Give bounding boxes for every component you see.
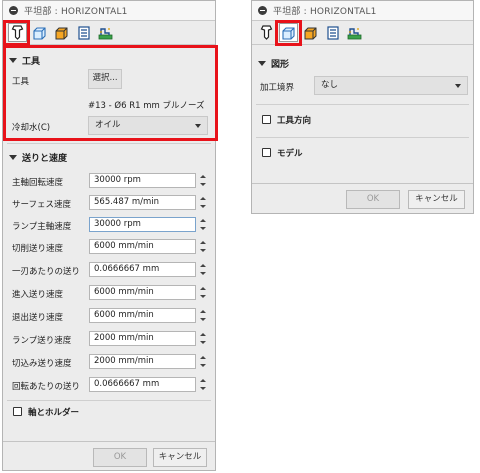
passes-icon — [326, 25, 339, 40]
feeds-section-title: 送りと速度 — [22, 154, 68, 164]
ramp-feedrate-input[interactable]: 2000 mm/min — [89, 331, 196, 346]
spinner-icon[interactable] — [199, 239, 207, 254]
collapse-icon[interactable] — [9, 6, 18, 15]
collapse-icon[interactable] — [258, 6, 267, 15]
expand-triangle-icon — [9, 155, 17, 160]
tab-tool[interactable] — [257, 23, 276, 42]
model-label: モデル — [277, 149, 303, 159]
feed-row-label: 一刃あたりの送り — [12, 267, 81, 277]
tab-passes[interactable] — [74, 23, 93, 42]
feed-per-revolution-input[interactable]: 0.0666667 mm — [89, 377, 196, 392]
divider — [7, 400, 211, 401]
ok-button[interactable]: OK — [346, 190, 400, 209]
spinner-icon[interactable] — [199, 285, 207, 300]
spinner-icon[interactable] — [199, 331, 207, 346]
machining-boundary-value: なし — [321, 80, 339, 90]
ramp-spindle-speed-input[interactable]: 30000 rpm — [89, 217, 196, 232]
cancel-button[interactable]: キャンセル — [153, 448, 207, 467]
shaft-holder-label: 軸とホルダー — [28, 408, 80, 418]
tab-heights[interactable] — [52, 23, 71, 42]
highlight-tool-tab — [3, 20, 30, 46]
tool-icon — [260, 25, 273, 40]
shaft-holder-checkbox[interactable] — [13, 407, 22, 416]
spinner-icon[interactable] — [199, 217, 207, 232]
tab-heights[interactable] — [301, 23, 320, 42]
plunge-feedrate-input[interactable]: 2000 mm/min — [89, 354, 196, 369]
feed-row-label: ランプ主軸速度 — [12, 222, 72, 232]
cutting-feedrate-input[interactable]: 6000 mm/min — [89, 239, 196, 254]
left-tabbar — [3, 21, 215, 45]
feed-row-label: 退出送り速度 — [12, 313, 64, 323]
divider — [256, 137, 469, 138]
expand-triangle-icon — [258, 61, 266, 66]
surface-speed-input[interactable]: 565.487 m/min — [89, 195, 196, 210]
geometry-icon — [32, 26, 46, 40]
feed-row-label: サーフェス速度 — [12, 200, 71, 210]
tab-linking[interactable] — [96, 23, 115, 42]
spindle-speed-input[interactable]: 30000 rpm — [89, 173, 196, 188]
highlight-geometry-tab — [275, 20, 302, 46]
lead-out-feedrate-input[interactable]: 6000 mm/min — [89, 308, 196, 323]
passes-icon — [77, 25, 90, 40]
tab-passes[interactable] — [323, 23, 342, 42]
heights-icon — [304, 27, 316, 39]
geometry-section-title: 図形 — [271, 60, 290, 70]
lead-in-feedrate-input[interactable]: 6000 mm/min — [89, 285, 196, 300]
divider — [7, 143, 211, 144]
spinner-icon[interactable] — [199, 354, 207, 369]
divider — [256, 104, 469, 105]
feed-row-label: ランプ送り速度 — [12, 336, 72, 346]
right-titlebar: 平坦部 : HORIZONTAL1 — [252, 1, 473, 21]
heights-icon — [55, 27, 67, 39]
spinner-icon[interactable] — [199, 308, 207, 323]
tab-linking[interactable] — [345, 23, 364, 42]
divider — [3, 441, 215, 442]
left-title: 平坦部 : HORIZONTAL1 — [24, 7, 128, 17]
spinner-icon[interactable] — [199, 195, 207, 210]
feed-row-label: 回転あたりの送り — [12, 382, 81, 392]
feed-row-label: 切込み送り速度 — [12, 359, 72, 369]
dropdown-arrow-icon — [455, 84, 461, 88]
feed-row-label: 進入送り速度 — [12, 290, 64, 300]
feeds-section-header[interactable]: 送りと速度 — [9, 151, 67, 164]
model-checkbox[interactable] — [262, 148, 271, 157]
machining-boundary-label: 加工境界 — [260, 83, 295, 93]
cancel-button[interactable]: キャンセル — [408, 190, 465, 209]
left-titlebar: 平坦部 : HORIZONTAL1 — [3, 1, 215, 21]
feed-per-tooth-input[interactable]: 0.0666667 mm — [89, 262, 196, 277]
highlight-tool-section — [3, 45, 218, 141]
right-title: 平坦部 : HORIZONTAL1 — [273, 7, 377, 17]
ok-button[interactable]: OK — [93, 448, 147, 467]
tool-orientation-checkbox[interactable] — [262, 115, 271, 124]
spinner-icon[interactable] — [199, 377, 207, 392]
tab-geometry[interactable] — [30, 23, 49, 42]
linking-icon — [347, 27, 362, 39]
spinner-icon[interactable] — [199, 173, 207, 188]
spinner-icon[interactable] — [199, 262, 207, 277]
divider — [252, 183, 473, 184]
feed-row-label: 切削送り速度 — [12, 244, 64, 254]
tool-orientation-label: 工具方向 — [277, 116, 312, 126]
geometry-section-header[interactable]: 図形 — [258, 57, 289, 70]
linking-icon — [98, 27, 113, 39]
feed-row-label: 主軸回転速度 — [12, 178, 64, 188]
machining-boundary-dropdown[interactable]: なし — [314, 76, 468, 95]
